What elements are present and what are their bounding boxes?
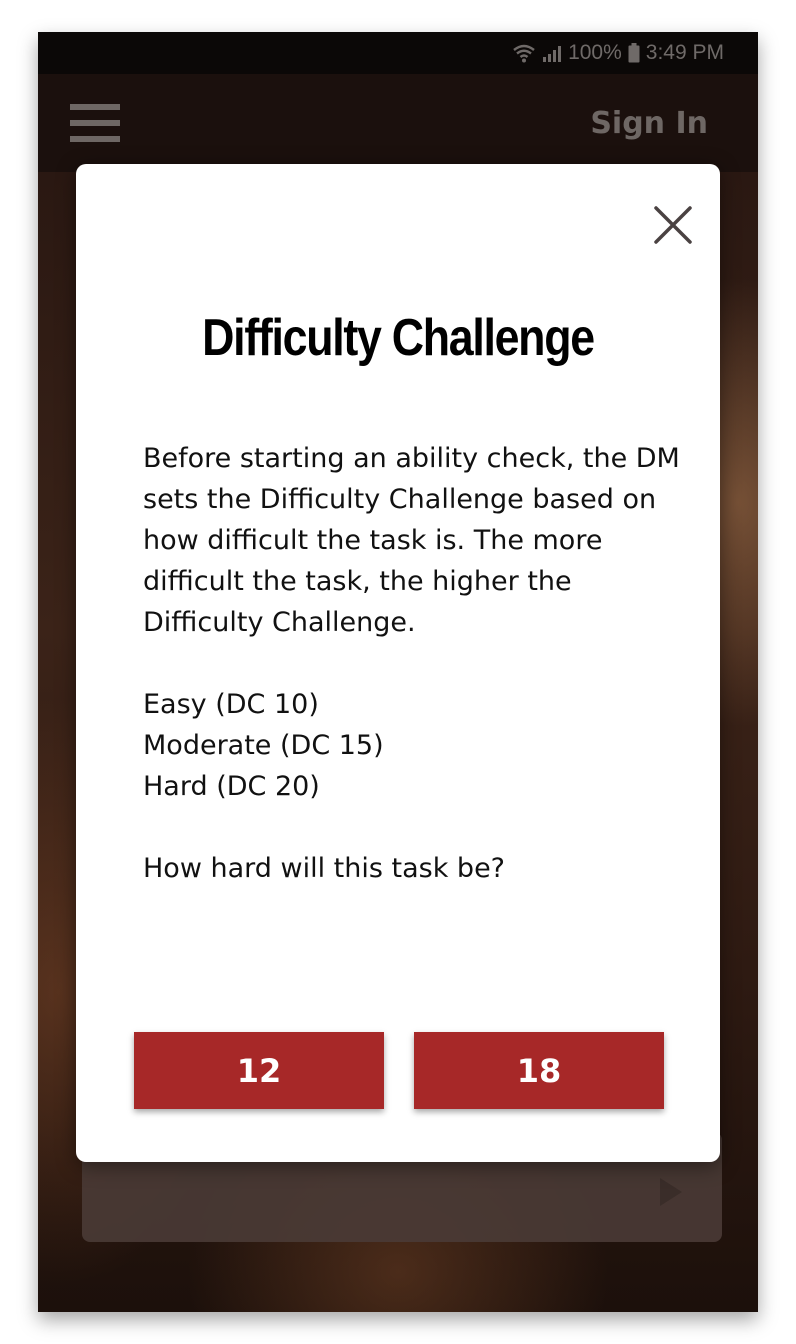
difficulty-level-easy: Easy (DC 10) [143, 689, 319, 720]
modal-body: Before starting an ability check, the DM… [143, 438, 683, 889]
close-icon[interactable] [652, 204, 694, 246]
difficulty-level-hard: Hard (DC 20) [143, 771, 320, 802]
status-bar: 100% 3:49 PM [38, 32, 758, 74]
sign-in-button[interactable]: Sign In [590, 106, 708, 141]
battery-percent: 100% [568, 41, 622, 64]
difficulty-modal: Difficulty Challenge Before starting an … [76, 164, 720, 1162]
option-18-button[interactable]: 18 [414, 1032, 664, 1109]
hamburger-menu-icon[interactable] [70, 104, 120, 144]
difficulty-level-moderate: Moderate (DC 15) [143, 730, 384, 761]
play-icon[interactable] [658, 1176, 684, 1212]
battery-icon [628, 43, 640, 63]
app-bar: Sign In [38, 74, 758, 172]
explanation-paragraph: Before starting an ability check, the DM… [143, 443, 680, 638]
status-icons: 100% 3:49 PM [512, 41, 724, 65]
clock: 3:49 PM [645, 41, 724, 64]
option-12-button[interactable]: 12 [134, 1032, 384, 1109]
question-text: How hard will this task be? [143, 853, 506, 884]
signal-icon [542, 44, 562, 62]
modal-title: Difficulty Challenge [202, 309, 595, 367]
wifi-icon [512, 43, 536, 63]
